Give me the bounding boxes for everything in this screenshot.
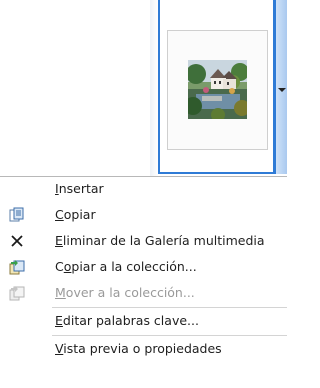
menu-item-label: Eliminar de la Galería multimedia <box>55 233 265 248</box>
menu-item-insert[interactable]: Insertar <box>0 176 287 202</box>
menu-item-label: Vista previa o propiedades <box>55 341 222 356</box>
context-menu: Insertar Copiar Eliminar de la Galería m… <box>0 177 287 388</box>
menu-item-copy-to-collection[interactable]: Copiar a la colección... <box>0 254 287 280</box>
clipart-gallery <box>0 0 287 177</box>
clipart-thumbnail-frame <box>167 30 268 150</box>
move-to-collection-icon <box>8 284 26 302</box>
menu-item-label: Mover a la colección... <box>55 285 195 300</box>
copy-icon <box>8 206 26 224</box>
gallery-empty-cell <box>0 0 151 176</box>
gallery-divider <box>150 0 158 176</box>
menu-item-preview-properties[interactable]: Vista previa o propiedades <box>0 336 287 362</box>
chevron-down-icon <box>278 88 286 92</box>
menu-item-label: Copiar <box>55 207 96 222</box>
clipart-dropdown-button[interactable] <box>275 0 287 174</box>
menu-item-edit-keywords[interactable]: Editar palabras clave... <box>0 308 287 334</box>
delete-x-icon <box>8 232 26 250</box>
menu-item-label: Editar palabras clave... <box>55 313 199 328</box>
menu-item-copy[interactable]: Copiar <box>0 202 287 228</box>
copy-to-collection-icon <box>8 258 26 276</box>
menu-item-delete[interactable]: Eliminar de la Galería multimedia <box>0 228 287 254</box>
landscape-clipart-thumbnail <box>188 60 247 119</box>
menu-item-move-to-collection: Mover a la colección... <box>0 280 287 306</box>
menu-item-label: Insertar <box>55 181 104 196</box>
selected-clipart-item[interactable] <box>158 0 275 174</box>
menu-item-label: Copiar a la colección... <box>55 259 197 274</box>
